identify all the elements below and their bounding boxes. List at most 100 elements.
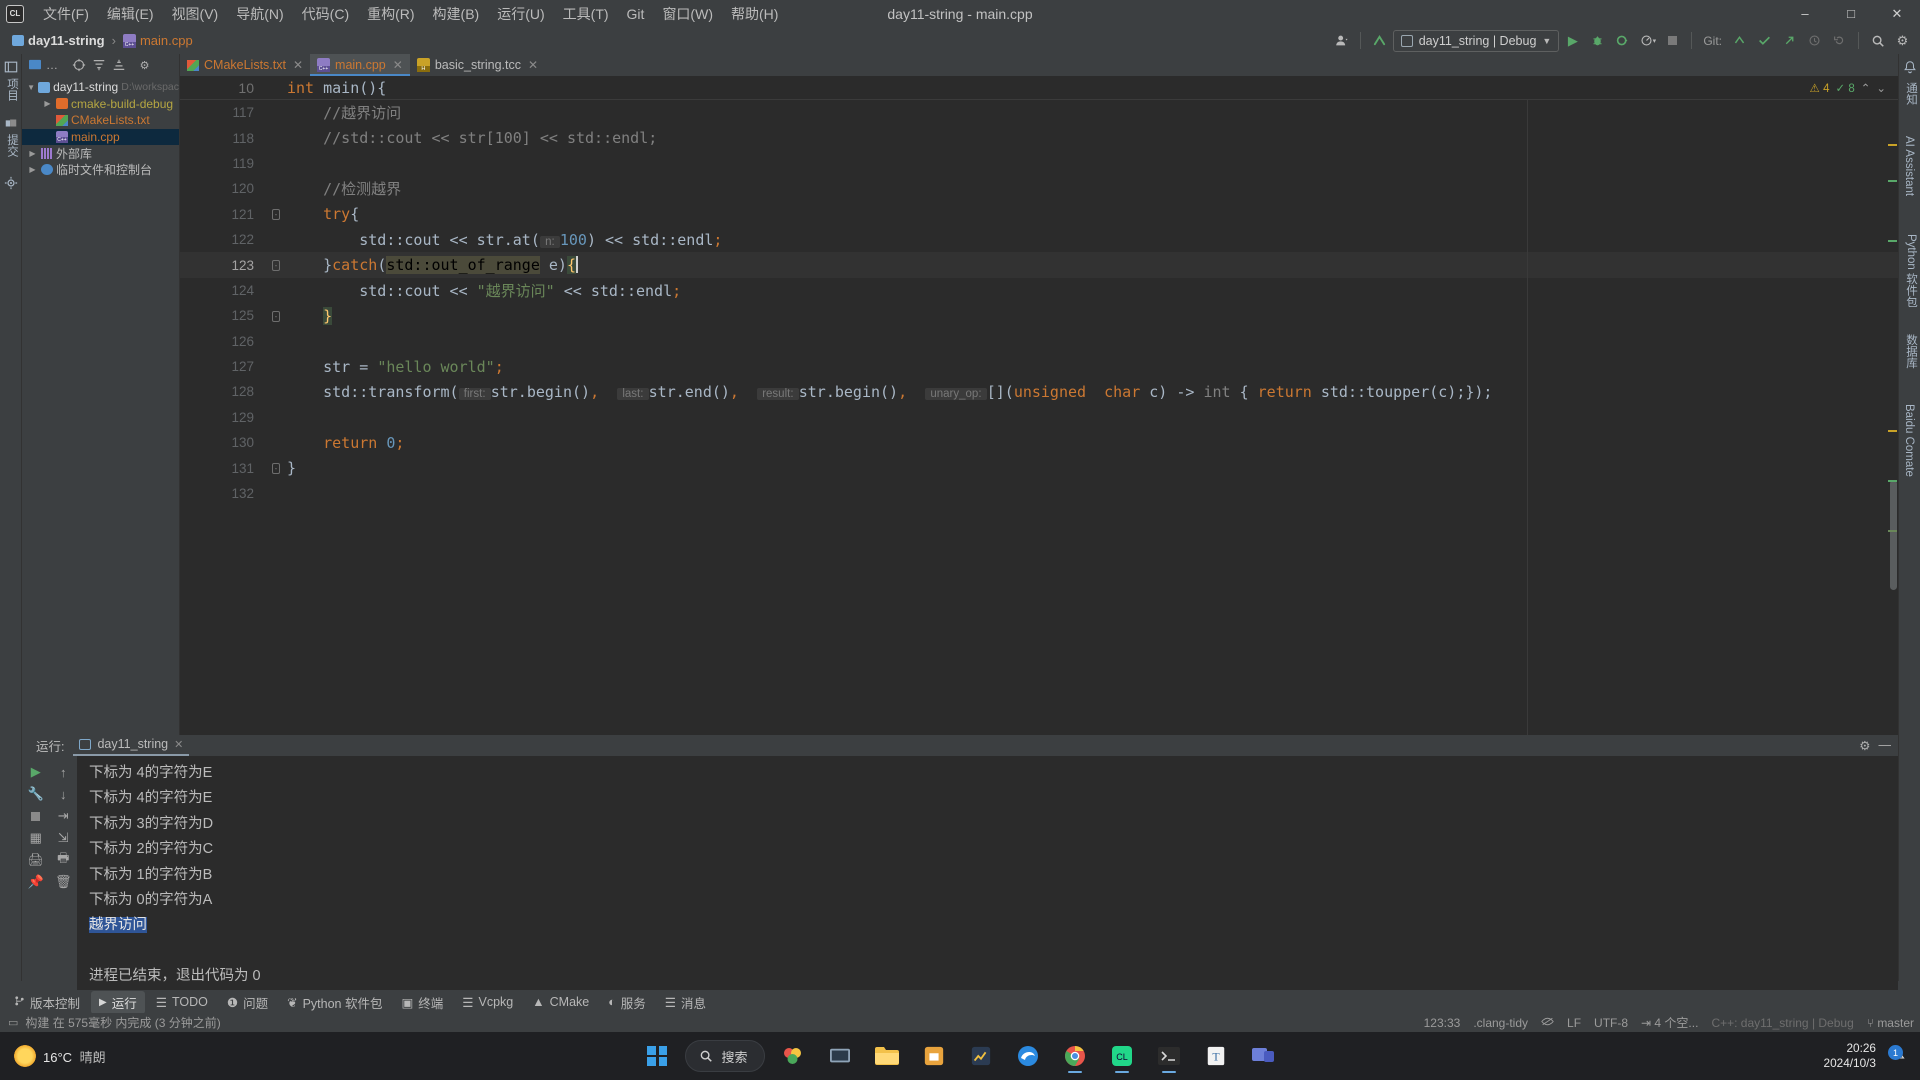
project-view-selector-icon[interactable] [26,57,43,74]
structure-tool-icon[interactable] [4,176,18,190]
caret-position[interactable]: 123:33 [1424,1016,1461,1030]
scroll-up-icon[interactable]: ↑ [53,761,74,783]
menu-item-file[interactable]: 文件(F) [34,1,98,27]
chevron-down-icon[interactable]: ▼ [27,83,35,92]
print-icon[interactable]: 🖨 [25,849,46,871]
left-strip-label-project[interactable]: 项目 [4,78,20,101]
tool-button-cmake[interactable]: ▲ CMake [524,993,597,1011]
scroll-down-icon[interactable]: ↓ [53,783,74,805]
notifications-icon[interactable] [1903,60,1917,74]
breadcrumb-project[interactable]: day11-string [8,31,109,50]
right-strip-label-ai[interactable]: AI Assistant [1903,136,1915,196]
code-line[interactable]: 131-} [180,455,1898,480]
menu-item-window[interactable]: 窗口(W) [653,1,722,27]
run-with-coverage-button[interactable] [1611,29,1634,52]
search-box[interactable]: 搜索 [685,1040,765,1072]
tree-node-cmakelists[interactable]: CMakeLists.txt [22,112,179,129]
chevron-right-icon[interactable]: ▶ [27,165,38,174]
tree-node-main-cpp[interactable]: main.cpp [22,128,179,145]
tool-button-messages[interactable]: ☰ 消息 [657,991,714,1014]
chevron-down-icon[interactable]: ⌄ [1876,81,1886,95]
layout-icon[interactable]: ▦ [25,827,46,849]
update-project-icon[interactable] [1368,29,1391,52]
menu-item-view[interactable]: 视图(V) [163,1,228,27]
scroll-to-end-icon[interactable]: ⇲ [53,827,74,849]
start-button[interactable] [638,1037,676,1075]
code-line[interactable]: 122 std::cout << str.at( n: 100) << std:… [180,227,1898,252]
fold-marker[interactable]: - [265,310,287,322]
tree-node-scratches[interactable]: ▶ 临时文件和控制台 [22,162,179,179]
tab-cmakelists[interactable]: CMakeLists.txt ✕ [180,54,310,76]
run-tab-day11-string[interactable]: day11_string ✕ [73,735,190,756]
tool-button-todo[interactable]: ☰ TODO [148,993,216,1012]
menu-item-code[interactable]: 代码(C) [293,1,358,27]
git-push-icon[interactable] [1778,29,1801,52]
app-teams[interactable] [1244,1037,1282,1075]
stop-button[interactable] [1661,29,1684,52]
code-line[interactable]: 132 [180,481,1898,506]
indent-setting[interactable]: ⇥ 4 个空... [1641,1014,1698,1031]
line-separator[interactable]: LF [1567,1016,1581,1030]
soft-wrap-icon[interactable]: ⇥ [53,805,74,827]
app-widgets[interactable] [774,1037,812,1075]
run-configuration-selector[interactable]: day11_string | Debug ▼ [1392,29,1560,52]
stop-button[interactable] [25,805,46,827]
app-file-explorer[interactable] [868,1037,906,1075]
menu-item-help[interactable]: 帮助(H) [722,1,787,27]
git-commit-icon[interactable] [1753,29,1776,52]
menu-item-refactor[interactable]: 重构(R) [358,1,423,27]
menu-item-navigate[interactable]: 导航(N) [227,1,292,27]
code-lines[interactable]: 117 //越界访问 118 //std::cout << str[100] <<… [180,100,1898,506]
app-chrome[interactable] [1056,1037,1094,1075]
app-edge[interactable] [1009,1037,1047,1075]
tab-basic-string-tcc[interactable]: basic_string.tcc ✕ [410,54,545,76]
app-clion[interactable]: CL [1103,1037,1141,1075]
clear-all-icon[interactable]: 🗑 [53,871,74,893]
project-more-label[interactable]: … [46,58,58,72]
left-strip-label-commit[interactable]: 提交 [4,134,20,157]
weather-widget[interactable]: 16°C 晴朗 [0,1045,210,1067]
print-output-icon[interactable]: 🖶 [53,849,74,871]
ok-count[interactable]: ✓ 8 [1835,81,1854,95]
app-chart[interactable] [962,1037,1000,1075]
git-branch-widget[interactable]: ⑂ master [1867,1016,1914,1030]
profiler-button[interactable]: ▾ [1636,29,1659,52]
git-rollback-icon[interactable] [1828,29,1851,52]
debug-button[interactable] [1586,29,1609,52]
tool-button-run[interactable]: ▶ 运行 [91,990,145,1014]
tool-button-python-packages[interactable]: ❦ Python 软件包 [279,991,390,1014]
close-icon[interactable]: ✕ [393,58,403,72]
code-line[interactable]: 124 std::cout << "越界访问" << std::endl; [180,278,1898,303]
menu-item-tools[interactable]: 工具(T) [554,1,618,27]
active-configuration[interactable]: C++: day11_string | Debug [1711,1016,1853,1030]
code-line[interactable]: 126 [180,329,1898,354]
chevron-right-icon[interactable]: ▶ [42,99,53,108]
hide-panel-icon[interactable]: — [1879,738,1892,753]
menu-item-run[interactable]: 运行(U) [488,1,553,27]
warning-count[interactable]: ⚠ 4 [1810,81,1830,95]
close-icon[interactable]: ✕ [293,58,303,72]
code-line[interactable]: 120 //检测越界 [180,176,1898,201]
git-update-icon[interactable] [1728,29,1751,52]
project-tool-icon[interactable] [4,60,18,74]
menu-item-git[interactable]: Git [618,3,654,25]
code-line[interactable]: 127 str = "hello world"; [180,354,1898,379]
right-strip-label-notifications[interactable]: 通知 [1903,82,1919,105]
project-settings-gear-icon[interactable]: ⚙ [136,57,153,74]
select-opened-file-icon[interactable] [70,57,87,74]
code-line[interactable]: 128 std::transform( first: str.begin(), … [180,379,1898,404]
expand-all-icon[interactable] [90,57,107,74]
inspection-eye-icon[interactable] [1541,1016,1554,1030]
close-icon[interactable]: ✕ [528,58,538,72]
app-terminal[interactable] [1150,1037,1188,1075]
code-line[interactable]: 119 [180,151,1898,176]
right-strip-label-python-packages[interactable]: Python 软件包 [1903,234,1919,308]
code-line[interactable]: 123- }catch(std::out_of_range e){ [180,252,1898,278]
git-history-icon[interactable] [1803,29,1826,52]
tree-node-day11-string[interactable]: ▼ day11-string D:\workspac [22,79,179,96]
collapse-all-icon[interactable] [110,57,127,74]
app-text-editor[interactable]: T [1197,1037,1235,1075]
edit-configuration-icon[interactable]: 🔧 [25,783,46,805]
rerun-button[interactable]: ▶ [25,761,46,783]
tab-main-cpp[interactable]: main.cpp ✕ [310,54,410,76]
